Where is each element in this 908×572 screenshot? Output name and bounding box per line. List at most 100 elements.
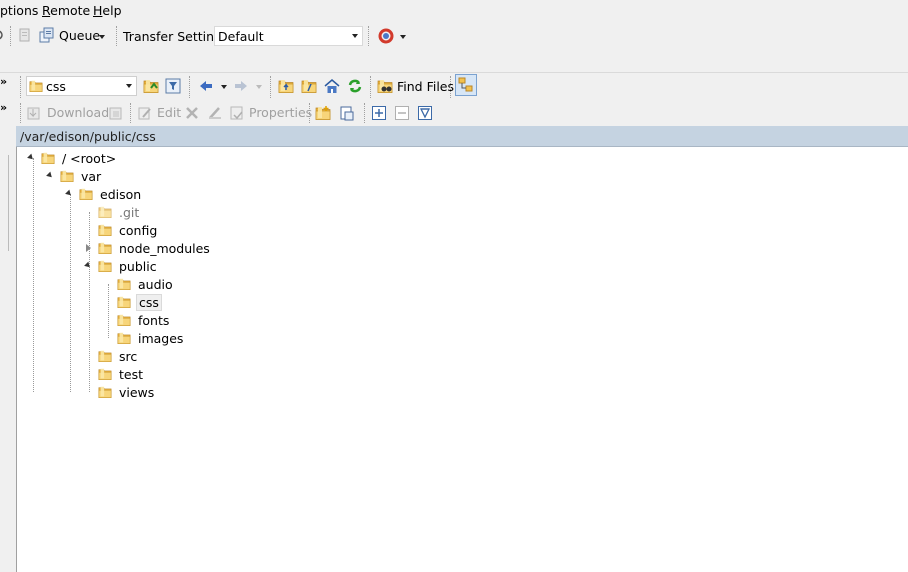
scrollbar[interactable] bbox=[0, 155, 9, 251]
gear-icon[interactable] bbox=[0, 27, 10, 43]
tree-node-label: public bbox=[119, 259, 157, 274]
refresh-icon[interactable] bbox=[347, 78, 363, 94]
properties-icon bbox=[229, 105, 245, 121]
filter-mask-icon[interactable] bbox=[417, 105, 433, 121]
chevron-down-icon[interactable] bbox=[99, 35, 105, 39]
queue-button[interactable]: Queue bbox=[59, 28, 100, 43]
current-path-bar: /var/edison/public/css bbox=[16, 126, 908, 147]
chevron-down-icon bbox=[126, 84, 132, 88]
menu-bar: ptions Remote Help bbox=[0, 0, 908, 22]
delete-icon bbox=[184, 105, 200, 121]
transfer-settings-label: Transfer Settings bbox=[123, 29, 229, 44]
tree-node-label: audio bbox=[138, 277, 173, 292]
tree-toggle-button[interactable] bbox=[455, 74, 477, 96]
folder-icon bbox=[116, 295, 132, 309]
download-icon bbox=[26, 105, 42, 121]
expand-icon[interactable] bbox=[371, 105, 387, 121]
chevron-down-icon bbox=[256, 85, 262, 89]
binoculars-icon bbox=[377, 78, 393, 94]
folder-icon bbox=[97, 223, 113, 237]
find-files-button[interactable]: Find Files bbox=[397, 79, 454, 94]
tree-node-label: .git bbox=[119, 205, 140, 220]
overflow-chevron-icon[interactable]: » bbox=[0, 101, 7, 114]
folder-icon bbox=[97, 385, 113, 399]
toolbar-divider bbox=[0, 72, 908, 73]
toolbar-separator bbox=[189, 76, 190, 98]
tree-node-label: css bbox=[136, 294, 162, 311]
tree-node-label: fonts bbox=[138, 313, 170, 328]
toolbar-separator bbox=[368, 26, 369, 46]
queue-icon[interactable] bbox=[39, 27, 55, 43]
toolbar-separator bbox=[450, 76, 451, 98]
toolbar-separator bbox=[116, 26, 117, 46]
tree-node-label: var bbox=[81, 169, 102, 184]
folder-icon bbox=[97, 241, 113, 255]
queue-disabled-icon bbox=[17, 27, 33, 43]
folder-icon bbox=[116, 313, 132, 327]
home-icon[interactable] bbox=[324, 78, 340, 94]
sync-browsing-icon[interactable] bbox=[377, 27, 394, 44]
directory-select[interactable]: css bbox=[26, 76, 137, 96]
new-file-icon[interactable] bbox=[339, 105, 355, 121]
folder-icon bbox=[116, 277, 132, 291]
tree-line bbox=[70, 194, 71, 392]
filter-icon[interactable] bbox=[165, 78, 181, 94]
menu-help[interactable]: Help bbox=[93, 3, 122, 18]
download-queue-icon bbox=[108, 105, 124, 121]
queue-toolbar: Queue Transfer Settings Default bbox=[0, 22, 908, 50]
properties-button: Properties bbox=[249, 105, 313, 120]
parent-directory-icon[interactable] bbox=[278, 78, 294, 94]
download-button: Download bbox=[47, 105, 110, 120]
tree-node-label: views bbox=[119, 385, 155, 400]
toolbar-separator bbox=[270, 76, 271, 98]
tree-line bbox=[108, 284, 109, 338]
tree-node-label: edison bbox=[100, 187, 142, 202]
toolbar-separator bbox=[309, 103, 310, 123]
edit-icon bbox=[137, 105, 153, 121]
folder-icon bbox=[97, 259, 113, 273]
folder-icon bbox=[78, 187, 94, 201]
toolbar-separator bbox=[20, 76, 21, 98]
directory-tree bbox=[16, 147, 908, 572]
collapsed-icon[interactable] bbox=[86, 244, 91, 252]
tree-node-label: images bbox=[138, 331, 184, 346]
rename-icon bbox=[207, 105, 223, 121]
toolbar-separator bbox=[364, 103, 365, 123]
current-path: /var/edison/public/css bbox=[20, 129, 156, 144]
back-arrow-icon[interactable] bbox=[198, 78, 214, 94]
menu-options[interactable]: ptions bbox=[0, 3, 38, 18]
folder-icon bbox=[97, 205, 113, 219]
root-directory-icon[interactable] bbox=[301, 78, 317, 94]
collapse-icon bbox=[394, 105, 410, 121]
menu-remote-label: emote bbox=[50, 3, 91, 18]
menu-remote[interactable]: Remote bbox=[42, 3, 90, 18]
navigation-toolbar: » css Find Files bbox=[0, 74, 908, 100]
open-directory-icon[interactable] bbox=[143, 78, 159, 94]
edit-button: Edit bbox=[157, 105, 182, 120]
toolbar-separator bbox=[130, 103, 131, 123]
transfer-settings-select[interactable]: Default bbox=[214, 26, 363, 46]
tree-node-label: node_modules bbox=[119, 241, 210, 256]
toolbar-separator bbox=[20, 103, 21, 123]
file-actions-toolbar: » Download Edit Properties bbox=[0, 101, 908, 125]
chevron-down-icon[interactable] bbox=[221, 85, 227, 89]
tree-node-label: src bbox=[119, 349, 138, 364]
new-folder-icon[interactable] bbox=[315, 105, 331, 121]
tree-node-label: config bbox=[119, 223, 158, 238]
toolbar-separator bbox=[370, 76, 371, 98]
directory-select-value: css bbox=[46, 79, 66, 94]
folder-icon bbox=[116, 331, 132, 345]
folder-icon bbox=[40, 151, 56, 165]
overflow-chevron-icon[interactable]: » bbox=[0, 75, 7, 88]
forward-arrow-icon bbox=[233, 78, 249, 94]
chevron-down-icon bbox=[352, 34, 358, 38]
chevron-down-icon[interactable] bbox=[400, 35, 406, 39]
toolbar-separator bbox=[10, 26, 11, 46]
left-pane-strip bbox=[0, 147, 16, 572]
transfer-settings-value: Default bbox=[218, 29, 264, 44]
tree-node-label: test bbox=[119, 367, 144, 382]
folder-icon bbox=[97, 349, 113, 363]
folder-icon bbox=[97, 367, 113, 381]
folder-icon bbox=[59, 169, 75, 183]
tree-node-label: / <root> bbox=[62, 151, 117, 166]
